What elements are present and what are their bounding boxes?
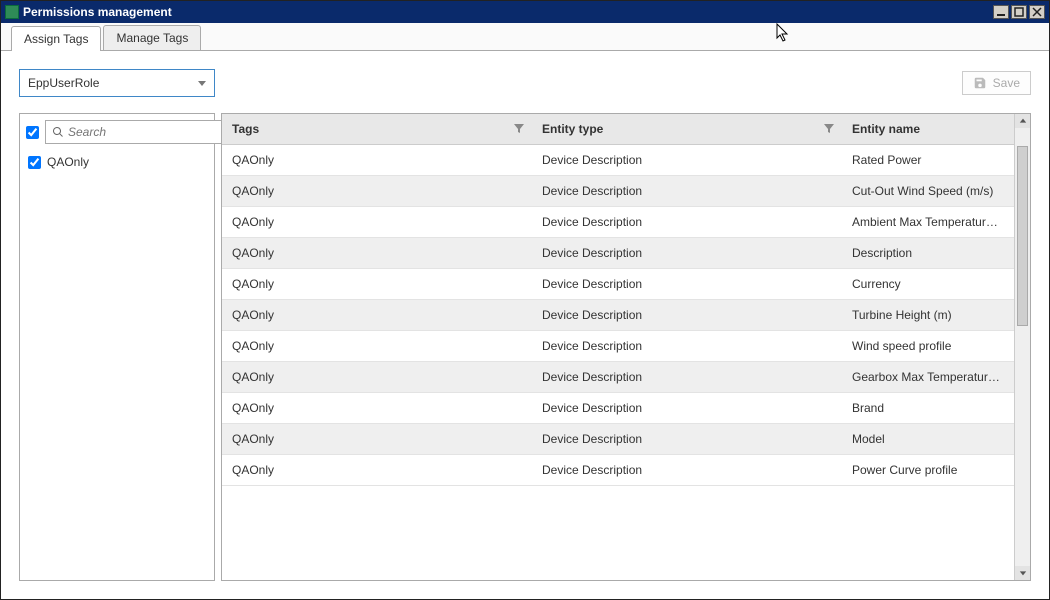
tag-list-item: QAOnly <box>26 152 208 172</box>
tag-list: QAOnly <box>26 152 208 172</box>
cell-entity-name: Cut-Out Wind Speed (m/s) <box>842 176 1014 207</box>
scroll-up-button[interactable] <box>1015 114 1030 128</box>
cell-entity-name: Power Curve profile <box>842 455 1014 486</box>
save-icon <box>973 76 987 90</box>
column-header-label: Entity type <box>542 122 603 136</box>
table-row[interactable]: QAOnlyDevice DescriptionCurrency <box>222 269 1014 300</box>
cell-tags: QAOnly <box>222 207 532 238</box>
cell-tags: QAOnly <box>222 300 532 331</box>
scrollbar-track[interactable] <box>1015 128 1030 566</box>
tag-filter-panel: QAOnly <box>19 113 215 581</box>
permissions-table: Tags Entity type <box>222 114 1014 486</box>
search-icon <box>52 126 64 138</box>
tag-label: QAOnly <box>47 155 89 169</box>
cell-entity-type: Device Description <box>532 393 842 424</box>
column-header-entity-name[interactable]: Entity name <box>842 114 1014 145</box>
column-header-tags[interactable]: Tags <box>222 114 532 145</box>
cell-tags: QAOnly <box>222 455 532 486</box>
cell-entity-name: Ambient Max Temperature (ºC) <box>842 207 1014 238</box>
cell-entity-type: Device Description <box>532 238 842 269</box>
save-button[interactable]: Save <box>962 71 1031 95</box>
split-pane: QAOnly Tags <box>19 113 1031 581</box>
cell-entity-type: Device Description <box>532 269 842 300</box>
close-button[interactable] <box>1029 5 1045 19</box>
table-row[interactable]: QAOnlyDevice DescriptionRated Power <box>222 145 1014 176</box>
tab-manage-tags[interactable]: Manage Tags <box>103 25 201 50</box>
table-row[interactable]: QAOnlyDevice DescriptionTurbine Height (… <box>222 300 1014 331</box>
tab-label: Manage Tags <box>116 31 188 45</box>
permissions-table-scroll: Tags Entity type <box>222 114 1014 580</box>
cell-entity-type: Device Description <box>532 176 842 207</box>
cell-entity-type: Device Description <box>532 300 842 331</box>
tag-search-box <box>45 120 232 144</box>
cell-entity-name: Rated Power <box>842 145 1014 176</box>
table-row[interactable]: QAOnlyDevice DescriptionWind speed profi… <box>222 331 1014 362</box>
cell-tags: QAOnly <box>222 424 532 455</box>
toolbar-row: EppUserRole Save <box>19 69 1031 97</box>
cell-tags: QAOnly <box>222 362 532 393</box>
column-header-label: Entity name <box>852 122 920 136</box>
cell-entity-name: Gearbox Max Temperature (ºC) <box>842 362 1014 393</box>
window-controls <box>993 5 1045 19</box>
permissions-table-wrap: Tags Entity type <box>221 113 1031 581</box>
column-header-label: Tags <box>232 122 259 136</box>
cell-entity-type: Device Description <box>532 207 842 238</box>
table-row[interactable]: QAOnlyDevice DescriptionBrand <box>222 393 1014 424</box>
cell-entity-name: Turbine Height (m) <box>842 300 1014 331</box>
tab-strip: Assign Tags Manage Tags <box>1 23 1049 51</box>
column-header-entity-type[interactable]: Entity type <box>532 114 842 145</box>
scrollbar-thumb[interactable] <box>1017 146 1028 326</box>
select-all-tags-checkbox[interactable] <box>26 126 39 139</box>
minimize-icon <box>996 7 1006 17</box>
cell-tags: QAOnly <box>222 238 532 269</box>
save-button-label: Save <box>993 76 1020 90</box>
role-select[interactable]: EppUserRole <box>19 69 215 97</box>
table-row[interactable]: QAOnlyDevice DescriptionCut-Out Wind Spe… <box>222 176 1014 207</box>
vertical-scrollbar[interactable] <box>1014 114 1030 580</box>
filter-icon[interactable] <box>514 124 524 134</box>
chevron-up-icon <box>1019 117 1027 125</box>
close-icon <box>1032 7 1042 17</box>
window-title: Permissions management <box>23 5 993 19</box>
minimize-button[interactable] <box>993 5 1009 19</box>
cell-entity-name: Currency <box>842 269 1014 300</box>
cell-tags: QAOnly <box>222 269 532 300</box>
maximize-icon <box>1014 7 1024 17</box>
cell-tags: QAOnly <box>222 393 532 424</box>
cell-entity-type: Device Description <box>532 424 842 455</box>
filter-icon[interactable] <box>824 124 834 134</box>
cell-tags: QAOnly <box>222 145 532 176</box>
tag-search-input[interactable] <box>68 125 225 139</box>
cell-entity-name: Brand <box>842 393 1014 424</box>
scroll-down-button[interactable] <box>1015 566 1030 580</box>
chevron-down-icon <box>198 81 206 86</box>
tag-checkbox[interactable] <box>28 156 41 169</box>
table-row[interactable]: QAOnlyDevice DescriptionDescription <box>222 238 1014 269</box>
table-row[interactable]: QAOnlyDevice DescriptionPower Curve prof… <box>222 455 1014 486</box>
role-select-value: EppUserRole <box>28 76 99 90</box>
cell-entity-name: Description <box>842 238 1014 269</box>
titlebar: Permissions management <box>1 1 1049 23</box>
cell-entity-name: Wind speed profile <box>842 331 1014 362</box>
cell-entity-type: Device Description <box>532 455 842 486</box>
maximize-button[interactable] <box>1011 5 1027 19</box>
table-row[interactable]: QAOnlyDevice DescriptionAmbient Max Temp… <box>222 207 1014 238</box>
table-row[interactable]: QAOnlyDevice DescriptionModel <box>222 424 1014 455</box>
chevron-down-icon <box>1019 569 1027 577</box>
content-area: EppUserRole Save QAOnly <box>1 51 1049 599</box>
table-row[interactable]: QAOnlyDevice DescriptionGearbox Max Temp… <box>222 362 1014 393</box>
cell-entity-type: Device Description <box>532 331 842 362</box>
cell-entity-name: Model <box>842 424 1014 455</box>
tab-label: Assign Tags <box>24 32 88 46</box>
cell-tags: QAOnly <box>222 176 532 207</box>
tag-search-row <box>26 120 208 144</box>
tab-assign-tags[interactable]: Assign Tags <box>11 26 101 51</box>
app-window: Permissions management Assign Tags Manag… <box>0 0 1050 600</box>
cell-entity-type: Device Description <box>532 145 842 176</box>
app-icon <box>5 5 19 19</box>
cell-tags: QAOnly <box>222 331 532 362</box>
cell-entity-type: Device Description <box>532 362 842 393</box>
